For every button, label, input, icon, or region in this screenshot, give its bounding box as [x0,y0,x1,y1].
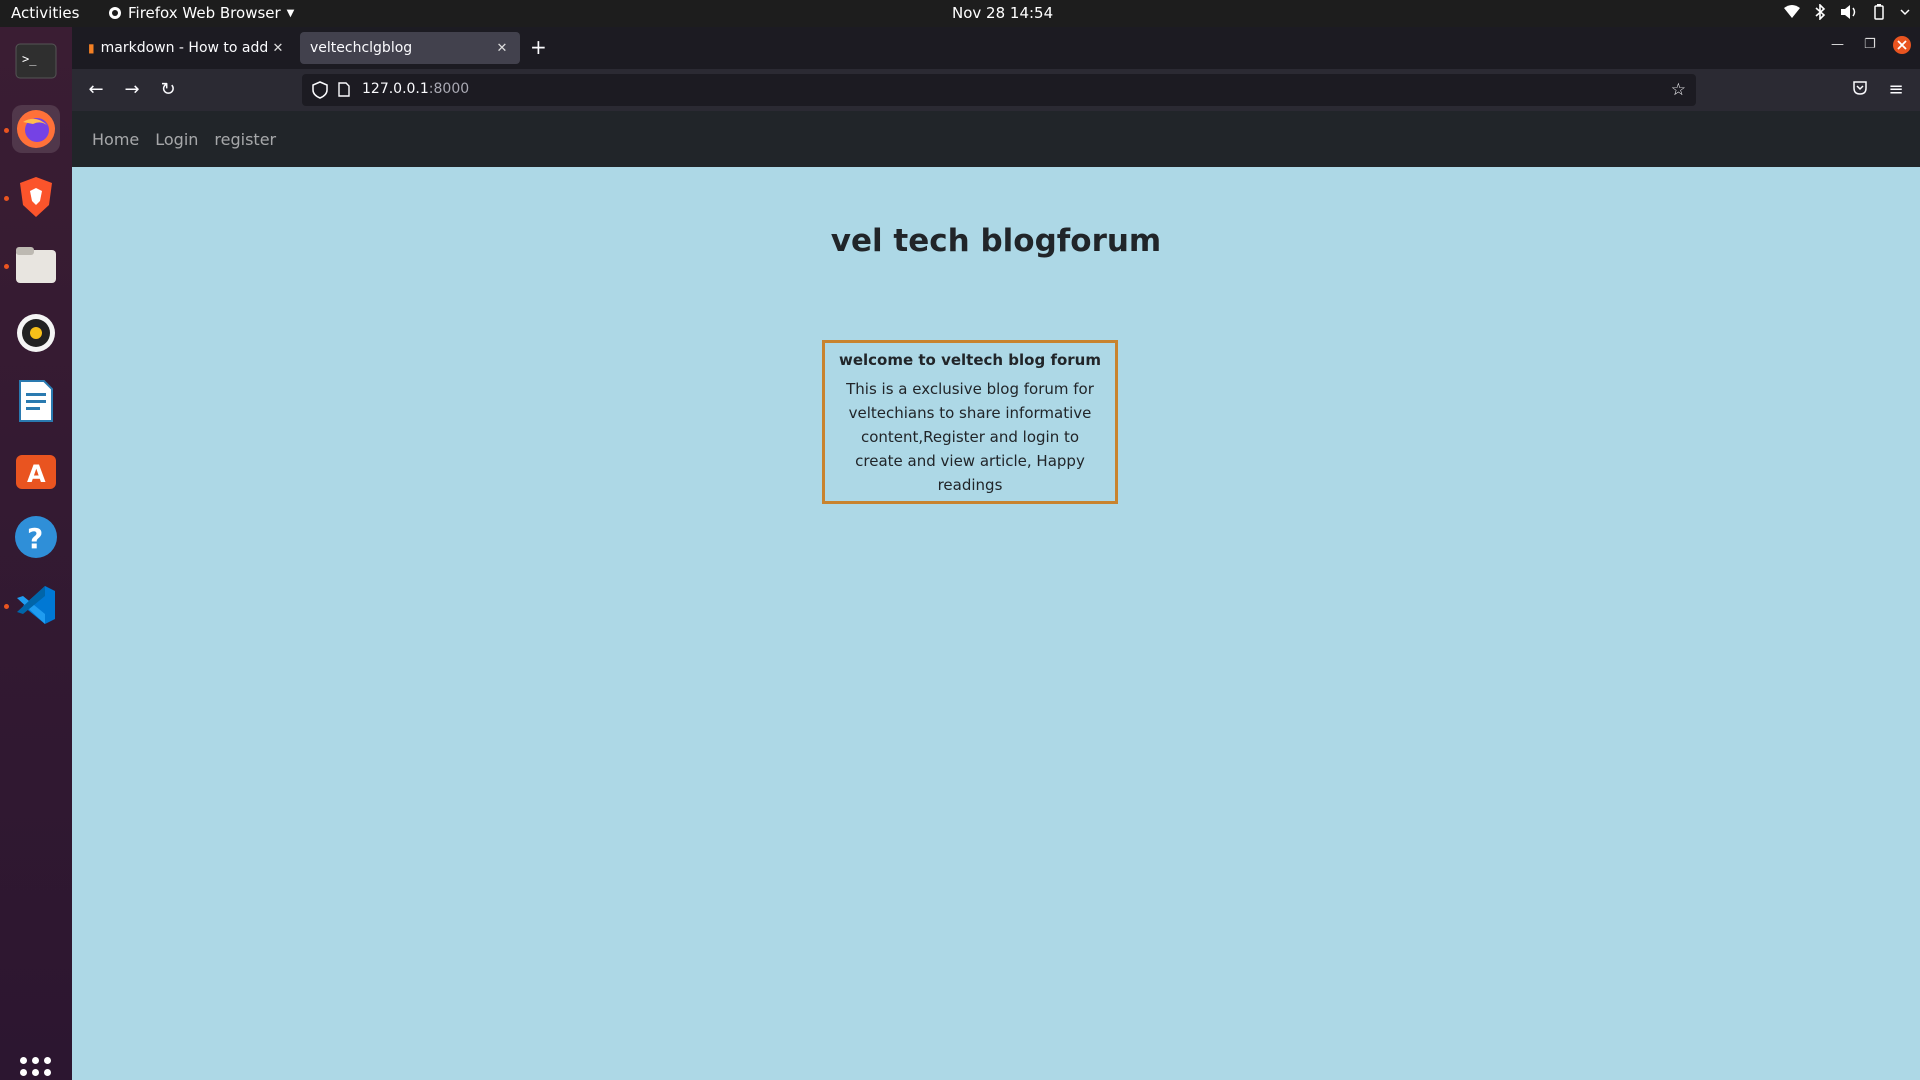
new-tab-button[interactable]: + [530,37,547,57]
hamburger-menu-icon[interactable]: ≡ [1886,80,1906,100]
tab-veltechclgblog[interactable]: veltechclgblog ✕ [300,32,520,64]
back-button[interactable]: ← [86,80,106,100]
tab-label: veltechclgblog [310,40,413,56]
svg-text:>_: >_ [22,52,37,66]
stackoverflow-icon: ▮ [88,41,95,55]
welcome-card: welcome to veltech blog forum This is a … [822,340,1118,504]
running-indicator [4,128,9,133]
running-indicator [4,604,9,609]
nav-home-link[interactable]: Home [92,130,139,149]
bluetooth-icon [1815,4,1826,20]
navigation-toolbar: ← → ↻ 127.0.0.1:8000 ☆ ≡ [72,69,1920,111]
chevron-down-icon: ▼ [286,7,295,19]
page-viewport: Home Login register vel tech blogforum w… [72,111,1920,1080]
url-port: :8000 [428,81,470,97]
volume-icon [1841,5,1856,19]
url-text[interactable]: 127.0.0.1:8000 [362,81,469,97]
svg-text:?: ? [27,522,43,555]
help-icon[interactable]: ? [12,513,60,561]
page-icon[interactable] [338,82,350,97]
show-applications-icon[interactable] [20,1057,52,1080]
page-title: vel tech blogforum [830,223,1162,259]
running-indicator [4,196,9,201]
restore-button[interactable]: ❐ [1864,37,1876,52]
dock: >_ A ? [0,27,72,1080]
forward-button[interactable]: → [122,80,142,100]
app-menu[interactable]: Firefox Web Browser ▼ [108,4,294,22]
files-icon[interactable] [12,241,60,289]
rhythmbox-icon[interactable] [12,309,60,357]
app-menu-label: Firefox Web Browser [128,4,281,22]
clock[interactable]: Nov 28 14:54 [952,4,1053,22]
running-indicator [4,264,9,269]
pocket-icon[interactable] [1850,80,1870,100]
reload-button[interactable]: ↻ [158,80,178,100]
svg-text:A: A [27,460,46,488]
firefox-icon[interactable] [12,105,60,153]
close-icon[interactable]: ✕ [494,41,510,56]
wifi-icon [1784,5,1800,18]
nav-login-link[interactable]: Login [155,130,198,149]
vscode-icon[interactable] [12,581,60,629]
battery-icon [1874,4,1884,20]
site-navbar: Home Login register [72,111,1920,167]
url-bar[interactable]: 127.0.0.1:8000 ☆ [302,74,1696,106]
writer-icon[interactable] [12,377,60,425]
tab-bar: ▮ markdown - How to add i ✕ veltechclgbl… [72,27,1920,69]
bookmark-star-icon[interactable]: ☆ [1671,80,1686,100]
terminal-icon[interactable]: >_ [12,37,60,85]
card-body: This is a exclusive blog forum for velte… [846,380,1094,494]
url-host: 127.0.0.1 [362,81,429,97]
nav-register-link[interactable]: register [214,130,276,149]
activities-button[interactable]: Activities [11,4,79,22]
firefox-small-icon [109,7,121,19]
system-tray[interactable] [1784,4,1910,20]
shield-icon[interactable] [312,81,328,99]
tab-label: markdown - How to add i [100,40,270,56]
tab-markdown[interactable]: ▮ markdown - How to add i ✕ [78,32,296,64]
close-icon[interactable]: ✕ [270,41,286,56]
software-icon[interactable]: A [12,445,60,493]
brave-icon[interactable] [12,173,60,221]
power-menu-icon [1900,9,1910,16]
browser-window: ▮ markdown - How to add i ✕ veltechclgbl… [72,27,1920,1080]
system-top-bar: Activities Firefox Web Browser ▼ Nov 28 … [0,0,1920,27]
minimize-button[interactable]: — [1831,37,1844,52]
window-close-button[interactable] [1892,35,1912,59]
card-title: welcome to veltech blog forum [838,351,1101,369]
